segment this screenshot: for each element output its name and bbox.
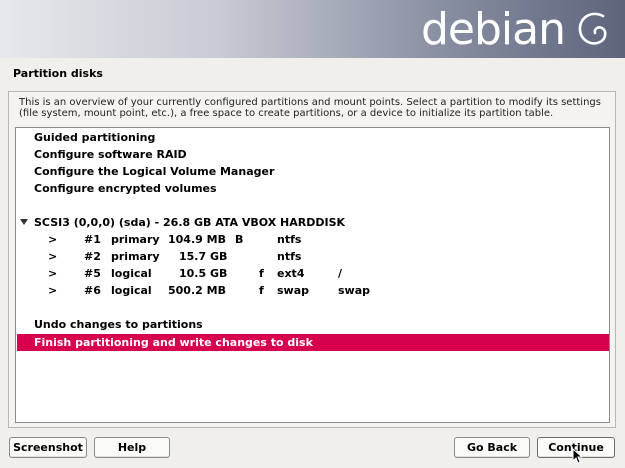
partition-row[interactable]: > #2 primary 15.7 GB ntfs [17, 248, 609, 265]
partition-row[interactable]: > #5 logical 10.5 GB f ext4 / [17, 265, 609, 282]
partition-mount: / [338, 267, 343, 280]
help-button[interactable]: Help [94, 437, 170, 458]
menu-item-configure-lvm[interactable]: Configure the Logical Volume Manager [17, 163, 609, 180]
partition-number: #6 [84, 284, 101, 297]
partition-mount: swap [338, 284, 371, 297]
partition-number: #5 [84, 267, 101, 280]
partition-type: logical [111, 284, 152, 297]
partition-filesystem: ntfs [277, 233, 302, 246]
menu-item-undo-changes[interactable]: Undo changes to partitions [17, 316, 609, 333]
partition-type: logical [111, 267, 152, 280]
menu-item-label: Configure software RAID [34, 148, 187, 161]
go-back-button[interactable]: Go Back [454, 437, 530, 458]
page-title: Partition disks [13, 67, 103, 80]
partition-arrow: > [48, 284, 58, 297]
disk-item-sda[interactable]: SCSI3 (0,0,0) (sda) - 26.8 GB ATA VBOX H… [17, 214, 609, 231]
menu-item-label: Configure encrypted volumes [34, 182, 217, 195]
partition-size: 500.2 MB [168, 284, 226, 297]
debian-logo-text: debian [420, 4, 566, 55]
partition-filesystem: ext4 [277, 267, 305, 280]
menu-item-configure-encrypted[interactable]: Configure encrypted volumes [17, 180, 609, 197]
partition-number: #2 [84, 250, 101, 263]
partition-size: 104.9 MB [168, 233, 226, 246]
menu-item-label: Configure the Logical Volume Manager [34, 165, 275, 178]
partition-row[interactable]: > #1 primary 104.9 MB B ntfs [17, 231, 609, 248]
partition-arrow: > [48, 233, 58, 246]
debian-banner: debian [0, 0, 625, 58]
partition-format-flag: f [259, 267, 264, 280]
partition-size: 15.7 GB [179, 250, 228, 263]
menu-item-configure-raid[interactable]: Configure software RAID [17, 146, 609, 163]
mouse-cursor-icon [572, 448, 582, 464]
menu-item-guided-partitioning[interactable]: Guided partitioning [17, 129, 609, 146]
menu-item-label: Guided partitioning [34, 131, 156, 144]
screenshot-button[interactable]: Screenshot [9, 437, 87, 458]
partition-type: primary [111, 250, 160, 263]
partition-format-flag: f [259, 284, 264, 297]
debian-swirl-icon [578, 12, 607, 45]
disk-label: SCSI3 (0,0,0) (sda) - 26.8 GB ATA VBOX H… [34, 216, 346, 229]
partition-filesystem: swap [277, 284, 310, 297]
menu-item-label: Undo changes to partitions [34, 318, 203, 331]
partition-boot-flag: B [235, 233, 244, 246]
partition-arrow: > [48, 250, 58, 263]
page-description: This is an overview of your currently co… [19, 97, 601, 119]
menu-item-finish-partitioning[interactable]: Finish partitioning and write changes to… [17, 334, 609, 351]
expand-triangle-icon [20, 219, 28, 225]
partition-row[interactable]: > #6 logical 500.2 MB f swap swap [17, 282, 609, 299]
partition-size: 10.5 GB [179, 267, 228, 280]
menu-item-label: Finish partitioning and write changes to… [34, 336, 313, 349]
partition-number: #1 [84, 233, 101, 246]
partition-list[interactable]: Guided partitioning Configure software R… [15, 127, 610, 423]
partition-type: primary [111, 233, 160, 246]
partition-arrow: > [48, 267, 58, 280]
partition-filesystem: ntfs [277, 250, 302, 263]
